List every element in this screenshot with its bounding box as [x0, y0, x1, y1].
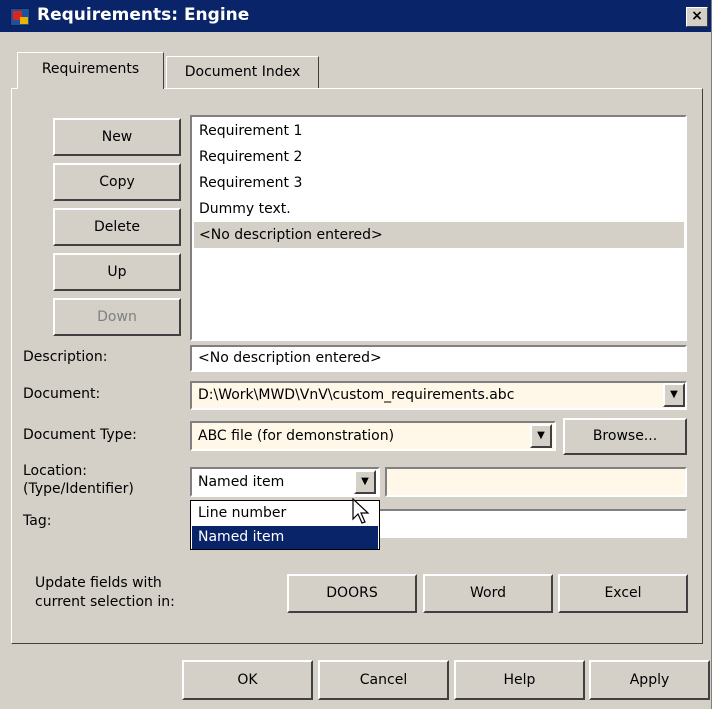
requirements-listbox[interactable]: Requirement 1 Requirement 2 Requirement … [190, 115, 687, 341]
ok-button[interactable]: OK [182, 660, 313, 700]
browse-button[interactable]: Browse... [563, 418, 687, 455]
location-type-dropdown-arrow-icon[interactable]: ▼ [354, 470, 376, 494]
delete-button[interactable]: Delete [53, 208, 181, 246]
location-type-combobox[interactable]: Named item [190, 467, 380, 497]
copy-button[interactable]: Copy [53, 163, 181, 201]
update-label-line2: current selection in: [35, 594, 175, 610]
description-field[interactable]: <No description entered> [190, 345, 687, 372]
mouse-pointer-icon [352, 498, 370, 524]
document-type-dropdown-arrow-icon[interactable]: ▼ [530, 424, 552, 448]
window-title: Requirements: Engine [37, 5, 250, 25]
update-label-line1: Update fields with [35, 575, 162, 591]
dropdown-option-line-number[interactable]: Line number [192, 502, 378, 525]
document-type-value: ABC file (for demonstration) [198, 428, 395, 444]
help-button[interactable]: Help [454, 660, 585, 700]
location-label: Location: (Type/Identifier) [23, 462, 134, 498]
document-label: Document: [23, 386, 101, 402]
dropdown-option-named-item[interactable]: Named item [192, 526, 378, 549]
cancel-button[interactable]: Cancel [318, 660, 449, 700]
document-combobox[interactable]: D:\Work\MWD\VnV\custom_requirements.abc [190, 381, 687, 410]
document-value: D:\Work\MWD\VnV\custom_requirements.abc [198, 387, 515, 403]
document-type-label: Document Type: [23, 427, 137, 443]
list-item-selected[interactable]: <No description entered> [194, 222, 684, 248]
new-button[interactable]: New [53, 118, 181, 156]
tag-label: Tag: [23, 513, 52, 529]
tab-requirements[interactable]: Requirements [17, 52, 164, 89]
list-item[interactable]: Requirement 1 [194, 118, 684, 144]
list-item[interactable]: Dummy text. [194, 196, 684, 222]
down-button: Down [53, 298, 181, 336]
requirements-dialog: Requirements: Engine × Requirements Docu… [0, 0, 712, 709]
list-item[interactable]: Requirement 3 [194, 170, 684, 196]
tab-document-index[interactable]: Document Index [166, 56, 319, 89]
document-dropdown-arrow-icon[interactable]: ▼ [663, 383, 685, 407]
location-type-value: Named item [198, 474, 285, 490]
title-bar[interactable]: Requirements: Engine × [0, 0, 711, 32]
location-label-line1: Location: [23, 463, 87, 479]
document-type-combobox[interactable]: ABC file (for demonstration) [190, 421, 556, 451]
close-button[interactable]: × [686, 7, 708, 27]
up-button[interactable]: Up [53, 253, 181, 291]
word-button[interactable]: Word [423, 574, 553, 613]
description-label: Description: [23, 349, 108, 365]
excel-button[interactable]: Excel [558, 574, 688, 613]
doors-button[interactable]: DOORS [287, 574, 417, 613]
update-fields-label: Update fields with current selection in: [35, 574, 175, 612]
apply-button[interactable]: Apply [589, 660, 710, 700]
app-icon [10, 8, 30, 26]
list-item[interactable]: Requirement 2 [194, 144, 684, 170]
location-identifier-field[interactable] [385, 467, 687, 497]
location-label-line2: (Type/Identifier) [23, 481, 134, 497]
